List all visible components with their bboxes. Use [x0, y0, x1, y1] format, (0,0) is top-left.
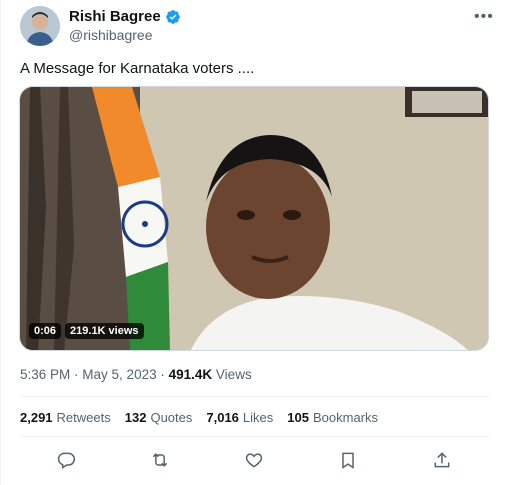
avatar[interactable]	[20, 6, 60, 46]
video-time: 0:06	[29, 323, 62, 339]
views-label: Views	[215, 367, 252, 382]
action-bar	[20, 448, 490, 472]
tweet-time[interactable]: 5:36 PM	[20, 367, 70, 382]
bookmark-icon[interactable]	[336, 448, 360, 472]
stat-number: 132	[124, 410, 147, 425]
divider	[20, 436, 490, 437]
video-views: 219.1K views	[65, 323, 144, 339]
tweet-text: A Message for Karnataka voters ....	[20, 60, 255, 77]
stat-label: Likes	[242, 410, 274, 425]
author-row: Rishi Bagree	[69, 8, 181, 25]
verified-badge-icon	[165, 9, 181, 25]
author-handle[interactable]: @rishibagree	[69, 27, 152, 43]
like-icon[interactable]	[242, 448, 266, 472]
stat-number: 2,291	[20, 410, 53, 425]
tweet-date[interactable]: May 5, 2023	[82, 367, 156, 382]
meta-separator: ·	[160, 367, 169, 382]
views-count: 491.4K	[168, 367, 213, 382]
stat-label: Bookmarks	[312, 410, 379, 425]
share-icon[interactable]	[430, 448, 454, 472]
tweet-stats: 2,291 Retweets 132 Quotes 7,016 Likes 105 Bo…	[20, 410, 378, 425]
video-player[interactable]	[19, 86, 489, 351]
stat-likes[interactable]: 7,016 Likes	[206, 410, 273, 425]
stat-label: Quotes	[150, 410, 193, 425]
stat-retweets[interactable]: 2,291 Retweets	[20, 410, 111, 425]
reply-icon[interactable]	[54, 448, 78, 472]
tweet-card: Rishi Bagree @rishibagree ••• A Message …	[0, 0, 510, 485]
video-frame	[20, 87, 488, 350]
tweet-meta: 5:36 PM · May 5, 2023 · 491.4K Views	[20, 367, 252, 382]
more-icon[interactable]: •••	[474, 8, 494, 26]
stat-number: 105	[287, 410, 309, 425]
stat-quotes[interactable]: 132 Quotes	[125, 410, 193, 425]
stat-number: 7,016	[206, 410, 239, 425]
video-badges: 0:06 219.1K views	[29, 323, 144, 339]
stat-bookmarks[interactable]: 105 Bookmarks	[287, 410, 378, 425]
divider	[20, 396, 490, 397]
author-name[interactable]: Rishi Bagree	[69, 8, 161, 25]
stat-label: Retweets	[56, 410, 111, 425]
retweet-icon[interactable]	[148, 448, 172, 472]
